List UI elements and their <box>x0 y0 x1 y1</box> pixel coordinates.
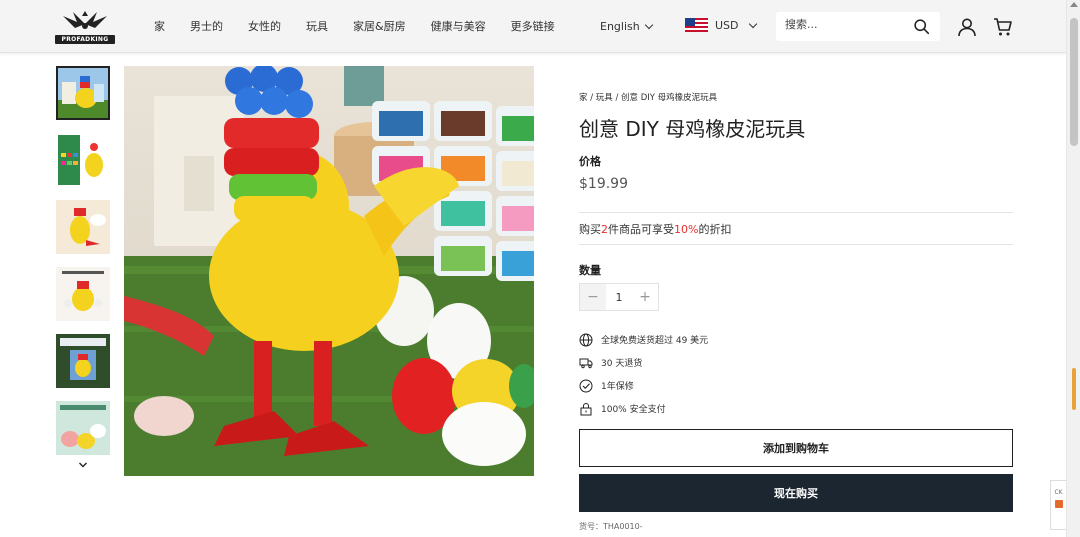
us-flag-icon <box>685 18 708 32</box>
buy-now-button[interactable]: 现在购买 <box>579 474 1013 512</box>
search-input[interactable] <box>785 18 905 31</box>
currency-selector[interactable]: USD <box>685 18 757 32</box>
thumbnail-6[interactable] <box>56 401 110 455</box>
search-box <box>776 12 940 41</box>
product-sku: 货号：THA0010- <box>579 522 643 531</box>
feature-text: 100% 安全支付 <box>601 405 666 415</box>
nav-home[interactable]: 家 <box>154 18 165 34</box>
feature-item: 1年保修 <box>579 374 708 397</box>
truck-icon <box>579 358 593 368</box>
feature-item: 30 天退货 <box>579 351 708 374</box>
quantity-stepper: − 1 + <box>579 283 659 311</box>
feature-item: 全球免费送货超过 49 美元 <box>579 328 708 351</box>
thumbnail-image <box>56 267 110 321</box>
main-nav: 家 男士的 女性的 玩具 家居&厨房 健康与美容 更多链接 <box>154 18 580 34</box>
main-product-image[interactable] <box>124 66 534 476</box>
thumbnail-2[interactable] <box>56 133 110 187</box>
promo-middle: 件商品可享受 <box>608 223 674 236</box>
thumbnail-image <box>56 133 110 187</box>
nav-home-kitchen[interactable]: 家居&厨房 <box>353 18 406 34</box>
promo-qty: 2 <box>601 223 608 236</box>
product-title: 创意 DIY 母鸡橡皮泥玩具 <box>579 117 806 141</box>
divider <box>579 244 1013 245</box>
side-widget[interactable]: CK <box>1050 480 1066 530</box>
site-logo[interactable]: PROFADKING <box>55 8 115 44</box>
add-to-cart-button[interactable]: 添加到购物车 <box>579 429 1013 467</box>
thumbnail-1[interactable] <box>56 66 110 120</box>
lock-icon <box>580 402 592 415</box>
search-icon[interactable] <box>913 18 930 35</box>
hen-toy-image <box>124 66 534 476</box>
feature-text: 全球免费送货超过 49 美元 <box>601 336 709 346</box>
feature-item: 100% 安全支付 <box>579 397 708 420</box>
scroll-up-arrow-icon[interactable] <box>1070 2 1078 7</box>
scrollbar-thumb[interactable] <box>1070 18 1078 146</box>
quantity-value[interactable]: 1 <box>606 291 632 304</box>
thumbnail-image <box>56 401 110 455</box>
feature-list: 全球免费送货超过 49 美元 30 天退货 1年保修 100% 安全支付 <box>579 328 708 420</box>
quantity-label: 数量 <box>579 264 601 277</box>
site-header: PROFADKING 家 男士的 女性的 玩具 家居&厨房 健康与美容 更多链接… <box>0 0 1066 53</box>
logo-text: PROFADKING <box>55 35 115 44</box>
scrollbar-marker <box>1072 368 1076 410</box>
thumbnail-3[interactable] <box>56 200 110 254</box>
thumbnail-5[interactable] <box>56 334 110 388</box>
feature-text: 1年保修 <box>601 382 634 392</box>
divider <box>579 212 1013 213</box>
check-circle-icon <box>579 379 593 392</box>
thumbnail-image <box>56 200 110 254</box>
quantity-decrease-button[interactable]: − <box>580 284 606 310</box>
nav-health-beauty[interactable]: 健康与美容 <box>431 18 486 34</box>
chevron-down-icon[interactable] <box>78 460 88 470</box>
user-icon[interactable] <box>957 17 977 37</box>
nav-men[interactable]: 男士的 <box>190 18 223 34</box>
badge-icon <box>1054 500 1063 508</box>
thumbnail-image <box>58 68 108 118</box>
language-label: English <box>600 20 640 33</box>
nav-toys[interactable]: 玩具 <box>306 18 328 34</box>
nav-more-links[interactable]: 更多链接 <box>511 18 555 34</box>
currency-label: USD <box>715 18 739 32</box>
chevron-down-icon <box>748 19 757 28</box>
side-widget-text: CK <box>1054 489 1063 496</box>
nav-women[interactable]: 女性的 <box>248 18 281 34</box>
promo-prefix: 购买 <box>579 223 601 236</box>
globe-icon <box>579 333 593 346</box>
product-price: $19.99 <box>579 176 628 192</box>
swallow-logo-icon <box>63 11 107 29</box>
promo-suffix: 的折扣 <box>698 223 732 236</box>
thumbnail-image <box>56 334 110 388</box>
price-label: 价格 <box>579 155 601 168</box>
promo-text: 购买2件商品可享受10%的折扣 <box>579 221 731 237</box>
cart-icon[interactable] <box>993 17 1013 37</box>
page-scrollbar[interactable] <box>1066 0 1080 537</box>
feature-text: 30 天退货 <box>601 359 643 369</box>
promo-discount: 10% <box>674 223 699 236</box>
quantity-increase-button[interactable]: + <box>632 284 658 310</box>
chevron-down-icon <box>644 20 653 30</box>
thumbnail-list <box>56 66 110 468</box>
breadcrumb[interactable]: 家 / 玩具 / 创意 DIY 母鸡橡皮泥玩具 <box>579 91 717 103</box>
language-selector[interactable]: English <box>600 20 653 33</box>
thumbnail-4[interactable] <box>56 267 110 321</box>
